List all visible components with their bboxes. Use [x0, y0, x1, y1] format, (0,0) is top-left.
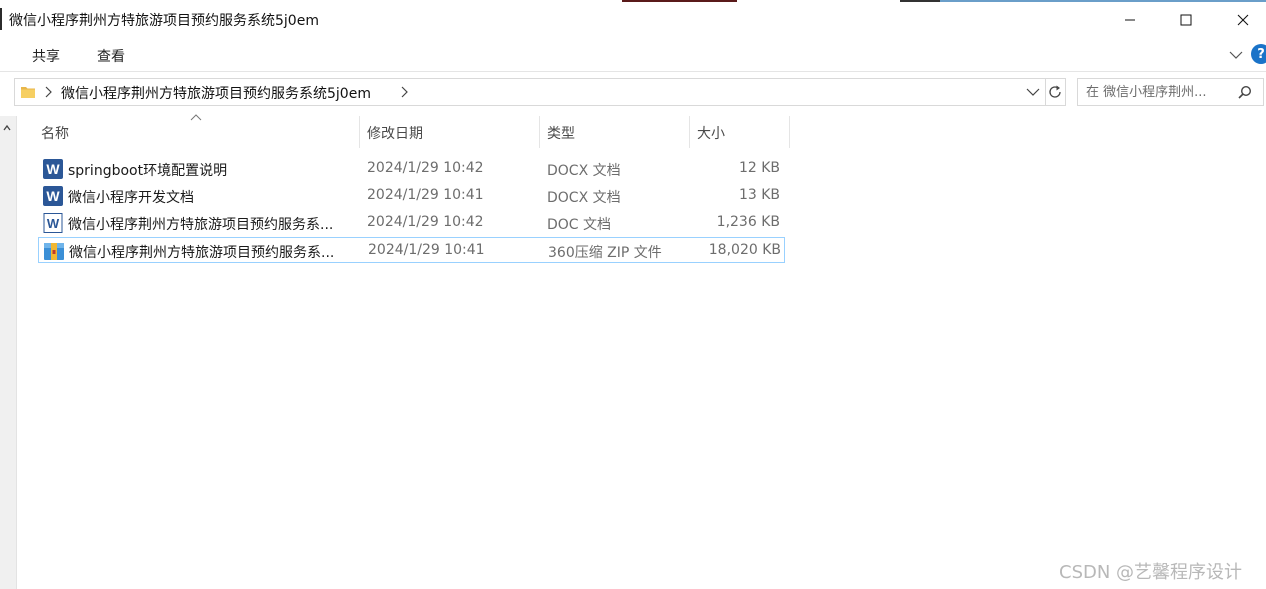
- navigation-pane-collapsed[interactable]: [0, 116, 17, 589]
- minimize-button[interactable]: [1101, 0, 1159, 40]
- close-button[interactable]: [1214, 0, 1266, 40]
- column-header-label: 大小: [697, 126, 725, 142]
- file-date: 2024/1/29 10:42: [367, 160, 484, 176]
- file-row[interactable]: W 微信小程序开发文档 2024/1/29 10:41 DOCX 文档 13 K…: [38, 183, 785, 209]
- refresh-button[interactable]: [1044, 78, 1066, 106]
- tab-view[interactable]: 查看: [97, 46, 125, 66]
- tab-share[interactable]: 共享: [32, 46, 60, 66]
- ribbon: 共享 查看: [0, 40, 1266, 72]
- file-name: springboot环境配置说明: [68, 163, 228, 179]
- file-name: 微信小程序荆州方特旅游项目预约服务系...: [68, 217, 334, 233]
- top-edge-decoration: [622, 0, 737, 2]
- svg-text:W: W: [46, 161, 60, 177]
- chevron-up-icon: [3, 124, 11, 131]
- maximize-icon: [1180, 14, 1192, 26]
- search-input[interactable]: [1078, 79, 1236, 105]
- zip-archive-icon: [44, 243, 64, 260]
- column-header-type[interactable]: 类型: [540, 116, 690, 148]
- address-bar[interactable]: 微信小程序荆州方特旅游项目预约服务系统5j0em: [14, 78, 1046, 106]
- folder-icon: [21, 87, 35, 98]
- svg-text:W: W: [46, 188, 60, 204]
- file-type: 360压缩 ZIP 文件: [548, 245, 662, 261]
- word-doc-icon: W: [43, 213, 63, 233]
- file-row[interactable]: W 微信小程序荆州方特旅游项目预约服务系... 2024/1/29 10:42 …: [38, 210, 785, 236]
- maximize-button[interactable]: [1157, 0, 1215, 40]
- explorer-window: 微信小程序荆州方特旅游项目预约服务系统5j0em 共享 查看 ? 微信小程序荆州…: [0, 0, 1266, 589]
- chevron-right-icon: [401, 86, 408, 98]
- word-docx-icon: W: [43, 186, 63, 206]
- close-icon: [1237, 14, 1249, 26]
- help-icon[interactable]: ?: [1251, 44, 1266, 64]
- chevron-down-icon: [1229, 51, 1243, 59]
- window-title: 微信小程序荆州方特旅游项目预约服务系统5j0em: [9, 13, 319, 29]
- file-date: 2024/1/29 10:41: [368, 242, 485, 258]
- title-bar: 微信小程序荆州方特旅游项目预约服务系统5j0em: [0, 0, 1266, 40]
- refresh-icon: [1048, 85, 1061, 98]
- file-row[interactable]: W springboot环境配置说明 2024/1/29 10:42 DOCX …: [38, 156, 785, 182]
- column-header-label: 名称: [41, 126, 69, 142]
- file-size: 18,020 KB: [708, 242, 781, 258]
- file-name: 微信小程序开发文档: [68, 190, 194, 206]
- file-row-selected[interactable]: 微信小程序荆州方特旅游项目预约服务系... 2024/1/29 10:41 36…: [38, 237, 785, 263]
- search-box[interactable]: [1077, 78, 1264, 106]
- chevron-right-icon: [45, 86, 52, 98]
- file-size: 12 KB: [738, 160, 780, 176]
- file-type: DOCX 文档: [547, 190, 621, 206]
- title-edge: [0, 8, 2, 30]
- file-size: 1,236 KB: [716, 214, 780, 230]
- file-date: 2024/1/29 10:42: [367, 214, 484, 230]
- word-docx-icon: W: [43, 159, 63, 179]
- file-date: 2024/1/29 10:41: [367, 187, 484, 203]
- expand-ribbon-button[interactable]: [1226, 45, 1246, 65]
- top-edge-decoration: [900, 0, 940, 2]
- search-icon: [1238, 85, 1252, 99]
- minimize-icon: [1125, 19, 1135, 21]
- svg-text:W: W: [47, 216, 60, 231]
- file-name: 微信小程序荆州方特旅游项目预约服务系...: [69, 245, 335, 261]
- watermark: CSDN @艺馨程序设计: [1059, 562, 1243, 583]
- column-header-name[interactable]: 名称: [38, 116, 360, 148]
- file-type: DOCX 文档: [547, 163, 621, 179]
- file-size: 13 KB: [738, 187, 780, 203]
- address-row: 微信小程序荆州方特旅游项目预约服务系统5j0em: [0, 72, 1266, 112]
- breadcrumb-folder[interactable]: 微信小程序荆州方特旅游项目预约服务系统5j0em: [61, 83, 371, 103]
- column-header-date[interactable]: 修改日期: [360, 116, 540, 148]
- file-type: DOC 文档: [547, 217, 612, 233]
- column-header-label: 修改日期: [367, 126, 423, 142]
- column-header-size[interactable]: 大小: [690, 116, 790, 148]
- chevron-down-icon: [1026, 88, 1040, 96]
- column-header-label: 类型: [547, 126, 575, 142]
